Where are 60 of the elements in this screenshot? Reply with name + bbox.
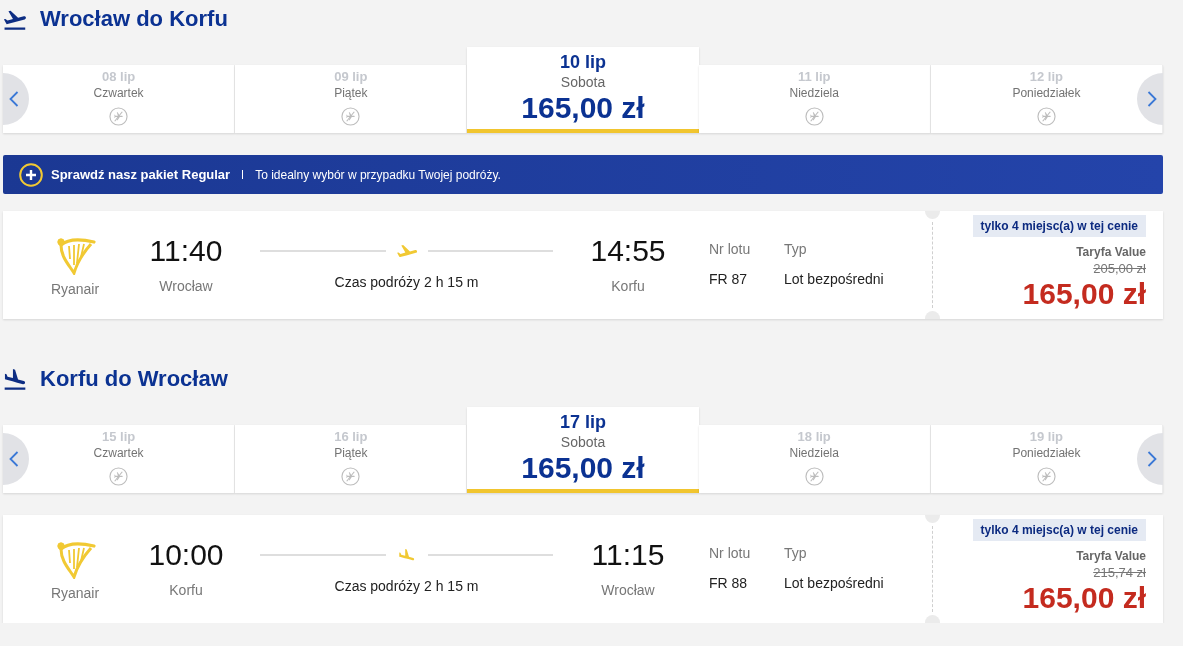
date-tab[interactable]: 10 lip Sobota 165,00 zł: [467, 47, 699, 133]
departure-time: 11:40: [149, 234, 223, 268]
crossed-plane-icon: [1036, 467, 1056, 486]
seats-left-badge: tylko 4 miejsc(a) w tej cenie: [972, 519, 1146, 541]
section-title: Korfu do Wrocław: [40, 366, 228, 392]
banner-text: To idealny wybór w przypadku Twojej podróży.: [255, 167, 501, 182]
departure-city: Korfu: [169, 582, 203, 598]
flight-type-label: Typ: [784, 545, 807, 561]
old-price: 215,74 zł: [1093, 565, 1146, 580]
seats-left-badge: tylko 4 miejsc(a) w tej cenie: [972, 215, 1146, 237]
flight-number: FR 87: [709, 271, 748, 287]
date-tab[interactable]: 12 lip Poniedziałek: [930, 65, 1163, 133]
chevron-right-icon: [1147, 91, 1157, 107]
harp-logo-icon: [54, 541, 96, 579]
crossed-plane-icon: [1036, 107, 1056, 126]
crossed-plane-icon: [804, 467, 824, 486]
crossed-plane-icon: [109, 467, 129, 486]
banner-title: Sprawdź nasz pakiet Regular: [51, 167, 231, 182]
arrival-city: Korfu: [611, 278, 645, 294]
plus-icon: [19, 162, 43, 187]
takeoff-icon: [4, 8, 26, 30]
duration-text: Czas podróży 2 h 15 m: [334, 274, 479, 290]
chevron-left-icon: [9, 451, 19, 467]
harp-logo-icon: [54, 237, 96, 275]
arrival-city: Wrocław: [601, 582, 655, 598]
arrival-time: 11:15: [591, 538, 665, 572]
crossed-plane-icon: [341, 467, 361, 486]
old-price: 205,00 zł: [1093, 261, 1146, 276]
crossed-plane-icon: [804, 107, 824, 126]
flight-type: Lot bezpośredni: [784, 575, 884, 591]
airline-name: Ryanair: [50, 585, 100, 601]
airline-name: Ryanair: [50, 281, 100, 297]
date-tab[interactable]: 19 lip Poniedziałek: [930, 425, 1163, 493]
crossed-plane-icon: [341, 107, 361, 126]
flight-type-label: Typ: [784, 241, 807, 257]
flight-number: FR 88: [709, 575, 748, 591]
fare-price: 165,00 zł: [1022, 277, 1146, 311]
flight-number-label: Nr lotu: [709, 241, 751, 257]
crossed-plane-icon: [109, 107, 129, 126]
date-tab[interactable]: 15 lip Czwartek: [3, 425, 236, 493]
duration-text: Czas podróży 2 h 15 m: [334, 578, 479, 594]
flight-number-label: Nr lotu: [709, 545, 751, 561]
departure-time: 10:00: [148, 538, 224, 572]
section-title: Wrocław do Korfu: [40, 6, 228, 32]
date-tab[interactable]: 11 lip Niedziela: [698, 65, 931, 133]
date-tab[interactable]: 09 lip Piątek: [235, 65, 468, 133]
regular-package-banner[interactable]: Sprawdź nasz pakiet Regular To idealny wybór w przypadku Twojej podróży.: [3, 155, 1163, 194]
flight-type: Lot bezpośredni: [784, 271, 884, 287]
arrival-time: 14:55: [590, 234, 666, 268]
date-tab[interactable]: 08 lip Czwartek: [3, 65, 236, 133]
chevron-right-icon: [1147, 451, 1157, 467]
date-tab[interactable]: 16 lip Piątek: [235, 425, 468, 493]
date-tab[interactable]: 18 lip Niedziela: [698, 425, 931, 493]
fare-name: Taryfa Value: [1076, 549, 1146, 563]
chevron-left-icon: [9, 91, 19, 107]
fare-price: 165,00 zł: [1022, 581, 1146, 615]
fare-name: Taryfa Value: [1076, 245, 1146, 259]
landing-icon: [4, 368, 26, 390]
date-tab[interactable]: 17 lip Sobota 165,00 zł: [467, 407, 699, 493]
departure-city: Wrocław: [159, 278, 213, 294]
